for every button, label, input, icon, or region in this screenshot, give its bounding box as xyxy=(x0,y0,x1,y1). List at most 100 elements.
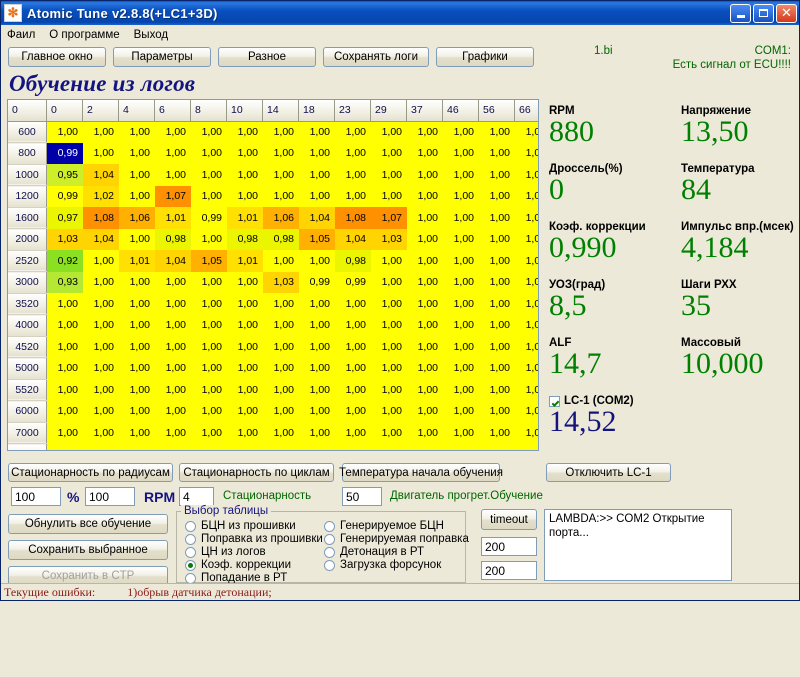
table-cell[interactable]: 1,00 xyxy=(190,121,227,143)
lambda-log-memo[interactable]: LAMBDA:>> COM2 Открытие порта... xyxy=(544,509,732,581)
table-cell[interactable]: 1,00 xyxy=(118,400,155,422)
table-cell[interactable]: 1,01 xyxy=(154,207,191,229)
table-cell[interactable]: 1,00 xyxy=(262,400,299,422)
menu-item-exit[interactable]: Выход xyxy=(134,29,168,41)
table-cell[interactable]: 1,00 xyxy=(298,400,335,422)
table-col-header-10[interactable]: 10 xyxy=(226,100,263,122)
table-col-header-8[interactable]: 8 xyxy=(190,100,227,122)
table-cell[interactable]: 1,08 xyxy=(82,207,119,229)
table-cell[interactable]: 1,00 xyxy=(154,400,191,422)
table-cell[interactable]: 1,04 xyxy=(334,228,371,250)
table-cell[interactable]: 1,00 xyxy=(442,422,479,444)
radio-injector-load[interactable]: Загрузка форсунок xyxy=(324,559,441,571)
table-cell[interactable]: 1,00 xyxy=(478,357,515,379)
maximize-button[interactable] xyxy=(753,3,774,23)
stationarity-cycles-button[interactable]: Стационарность по циклам xyxy=(179,463,334,482)
table-cell[interactable]: 1,00 xyxy=(118,379,155,401)
table-cell[interactable]: 1,00 xyxy=(406,121,443,143)
table-cell[interactable]: 1,03 xyxy=(370,228,407,250)
table-cell[interactable]: 1,00 xyxy=(406,250,443,272)
table-cell[interactable]: 1,00 xyxy=(298,336,335,358)
table-row[interactable]: 4000 1,00 1,00 1,00 1,00 1,00 1,00 1,00 1,00 1,00… xyxy=(8,314,538,337)
table-cell[interactable]: 1,00 xyxy=(226,422,263,444)
menu-item-about[interactable]: О программе xyxy=(49,29,119,41)
table-cell[interactable]: 1,00 xyxy=(442,250,479,272)
table-cell[interactable]: 1,01 xyxy=(226,250,263,272)
table-col-header-66[interactable]: 66 xyxy=(514,100,538,122)
table-cell[interactable]: 1,00 xyxy=(190,443,227,450)
charts-button[interactable]: Графики xyxy=(436,47,534,67)
table-cell[interactable]: 1,00 xyxy=(190,379,227,401)
table-cell[interactable]: 1,00 xyxy=(406,142,443,164)
table-cell[interactable]: 1,00 xyxy=(154,271,191,293)
table-cell[interactable]: 0,99 xyxy=(46,185,83,207)
minimize-button[interactable] xyxy=(730,3,751,23)
table-cell[interactable]: 1,00 xyxy=(226,336,263,358)
radio-generated-bcn[interactable]: Генерируемое БЦН xyxy=(324,520,444,532)
table-cell[interactable]: 1,00 xyxy=(226,121,263,143)
table-cell[interactable]: 1,00 xyxy=(406,422,443,444)
table-row[interactable]: 1000 0,95 1,04 1,00 1,00 1,00 1,00 1,00 1,00 1,00… xyxy=(8,164,538,186)
table-cell[interactable]: 1,00 xyxy=(478,250,515,272)
table-row[interactable]: 600 1,00 1,00 1,00 1,00 1,00 1,00 1,00 1,00 1,00 1… xyxy=(8,121,538,143)
table-cell[interactable]: 1,00 xyxy=(118,164,155,186)
table-cell[interactable]: 1,00 xyxy=(370,142,407,164)
table-cell[interactable]: 1,00 xyxy=(334,164,371,186)
table-cell[interactable]: 1,00 xyxy=(190,357,227,379)
table-cell[interactable]: 1,00 xyxy=(478,336,515,358)
table-cell[interactable]: 1,00 xyxy=(154,142,191,164)
save-logs-button[interactable]: Сохранять логи xyxy=(323,47,429,67)
radio-generated-correction[interactable]: Генерируемая поправка xyxy=(324,533,469,545)
table-cell[interactable]: 1,00 xyxy=(406,357,443,379)
table-cell[interactable]: 1,00 xyxy=(370,357,407,379)
table-row[interactable]: 102001,001,001,001,001,001,001,001,001,0… xyxy=(8,443,538,450)
table-cell[interactable]: 1,00 xyxy=(406,443,443,450)
table-cell[interactable]: 0,98 xyxy=(226,228,263,250)
table-cell[interactable]: 1,00 xyxy=(370,185,407,207)
table-cell[interactable]: 1,00 xyxy=(82,293,119,315)
table-cell[interactable]: 1,00 xyxy=(370,400,407,422)
table-col-header-23[interactable]: 23 xyxy=(334,100,371,122)
table-cell[interactable]: 1,00 xyxy=(82,357,119,379)
table-row[interactable]: 6000 1,00 1,00 1,00 1,00 1,00 1,00 1,00 1,00 1,00… xyxy=(8,400,538,423)
table-cell[interactable]: 1,00 xyxy=(262,379,299,401)
table-cell[interactable]: 1,00 xyxy=(190,142,227,164)
table-row-header-1600[interactable]: 1600 xyxy=(8,207,47,229)
table-cell[interactable]: 1,00 xyxy=(514,400,538,422)
table-cell[interactable]: 1,00 xyxy=(226,443,263,450)
table-cell[interactable]: 1,00 xyxy=(154,293,191,315)
table-cell[interactable]: 1,00 xyxy=(406,379,443,401)
table-cell[interactable]: 1,00 xyxy=(514,228,538,250)
table-cell[interactable]: 1,00 xyxy=(514,314,538,336)
table-cell[interactable]: 1,00 xyxy=(406,228,443,250)
table-col-header-14[interactable]: 14 xyxy=(262,100,299,122)
table-cell[interactable]: 1,00 xyxy=(298,185,335,207)
table-cell[interactable]: 1,00 xyxy=(478,379,515,401)
table-cell[interactable]: 1,00 xyxy=(514,422,538,444)
table-cell[interactable]: 1,00 xyxy=(262,164,299,186)
table-row[interactable]: 2000 1,03 1,04 1,00 0,98 1,00 0,98 0,98 1,05 1,04… xyxy=(8,228,538,251)
table-row[interactable]: 1200 0,99 1,02 1,00 1,07 1,00 1,00 1,00 1,00 1,00… xyxy=(8,185,538,208)
table-cell[interactable]: 1,00 xyxy=(442,357,479,379)
table-cell[interactable]: 1,00 xyxy=(154,379,191,401)
stationarity-radius-button[interactable]: Стационарность по радиусам xyxy=(8,463,173,482)
table-row-header-6000[interactable]: 6000 xyxy=(8,400,47,423)
radio-correction-from-firmware[interactable]: Поправка из прошивки xyxy=(185,533,323,545)
stationarity-input[interactable] xyxy=(179,487,214,506)
table-cell[interactable]: 1,06 xyxy=(118,207,155,229)
table-col-header-0[interactable]: 0 xyxy=(46,100,83,122)
table-cell[interactable]: 1,00 xyxy=(298,379,335,401)
table-cell[interactable]: 1,00 xyxy=(442,185,479,207)
misc-button[interactable]: Разное xyxy=(218,47,316,67)
table-col-header-46[interactable]: 46 xyxy=(442,100,479,122)
table-cell[interactable]: 1,00 xyxy=(334,443,371,450)
table-cell[interactable]: 1,00 xyxy=(46,357,83,379)
table-cell[interactable]: 1,00 xyxy=(154,314,191,336)
table-row-header-5000[interactable]: 5000 xyxy=(8,357,47,380)
table-cell[interactable]: 1,00 xyxy=(118,314,155,336)
table-cell[interactable]: 1,00 xyxy=(298,164,335,186)
table-cell[interactable]: 1,00 xyxy=(226,400,263,422)
table-row-header-800[interactable]: 800 xyxy=(8,142,47,165)
learning-start-temperature-button[interactable]: Температура начала обучения xyxy=(339,463,503,482)
table-cell[interactable]: 1,00 xyxy=(478,185,515,207)
